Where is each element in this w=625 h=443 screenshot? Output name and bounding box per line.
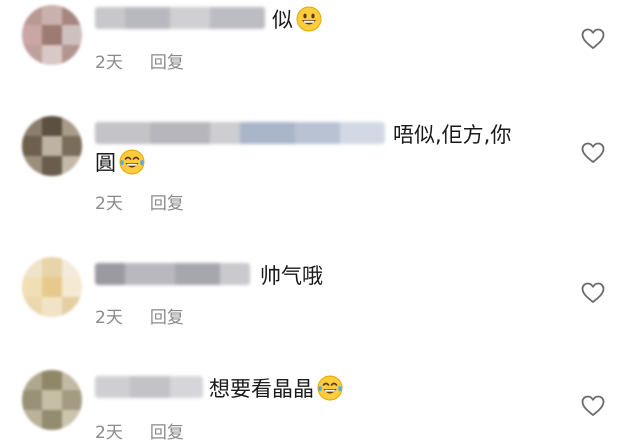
reply-button[interactable]: 回复 [150, 194, 184, 214]
reply-button[interactable]: 回复 [150, 53, 184, 73]
username[interactable] [95, 7, 265, 29]
username[interactable] [95, 263, 250, 285]
comment-time: 2天 [95, 308, 123, 328]
comment-meta: 2天 回复 [95, 189, 184, 214]
comment-meta: 2天 回复 [95, 303, 184, 328]
comment-text-content: 帅气哦 [260, 264, 323, 288]
grinning-face-icon [296, 6, 322, 43]
heart-icon[interactable] [581, 395, 605, 417]
comment-text: 想要看晶晶 [209, 371, 343, 412]
comment-text-line1: 唔似,佢方,你 [393, 123, 512, 147]
tears-of-joy-face-icon [119, 149, 145, 186]
comment-time: 2天 [95, 194, 123, 214]
comment-time: 2天 [95, 53, 123, 73]
username[interactable] [95, 376, 203, 398]
comment-meta: 2天 回复 [95, 48, 184, 73]
comment-text-content: 似 [272, 8, 293, 32]
avatar[interactable] [22, 116, 82, 176]
reply-button[interactable]: 回复 [150, 423, 184, 443]
avatar[interactable] [22, 257, 82, 317]
heart-icon[interactable] [581, 282, 605, 304]
heart-icon[interactable] [581, 142, 605, 164]
tears-of-joy-face-icon [317, 375, 343, 412]
comment-text: 帅气哦 [260, 258, 323, 294]
comment-text: 圓 [95, 145, 145, 186]
reply-button[interactable]: 回复 [150, 308, 184, 328]
avatar[interactable] [22, 5, 82, 65]
avatar[interactable] [22, 370, 82, 430]
comment-meta: 2天 回复 [95, 418, 184, 443]
comment-text-line2: 圓 [95, 151, 116, 175]
username[interactable] [95, 122, 385, 144]
comment-time: 2天 [95, 423, 123, 443]
heart-icon[interactable] [581, 28, 605, 50]
comment-text-content: 想要看晶晶 [209, 377, 314, 401]
comment-text: 似 [272, 2, 322, 43]
comment-text: 唔似,佢方,你 [393, 117, 511, 153]
